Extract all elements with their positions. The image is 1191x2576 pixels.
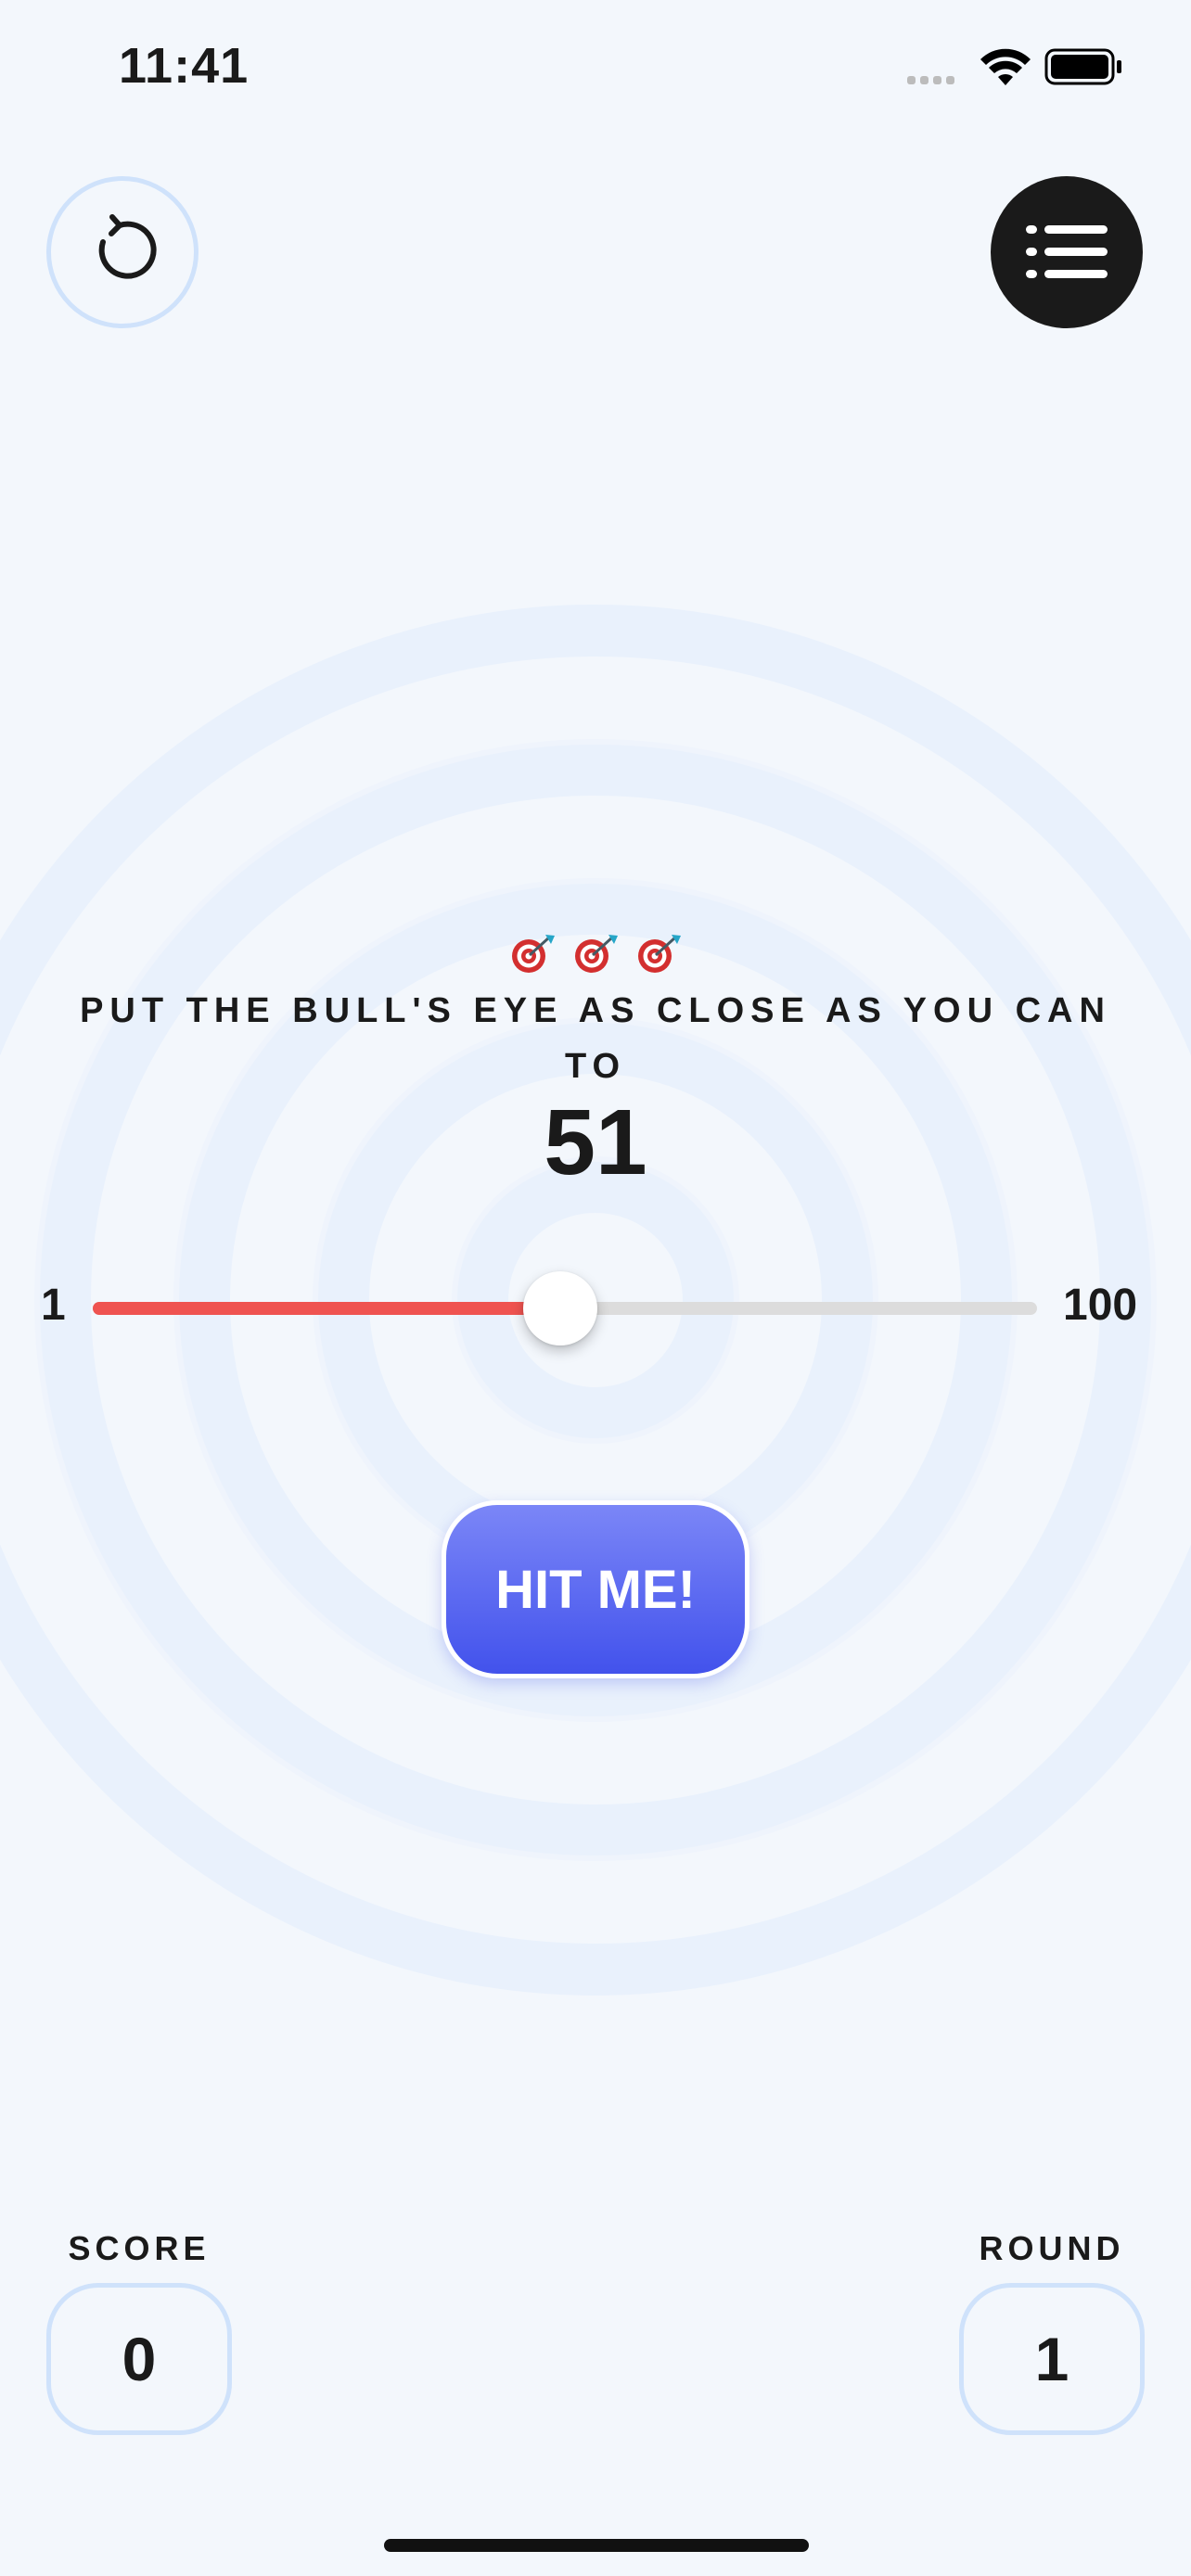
dart-target-icon bbox=[638, 935, 682, 973]
dart-target-icon bbox=[511, 935, 555, 973]
score-value: 0 bbox=[122, 2325, 157, 2393]
round-label: ROUND bbox=[979, 2229, 1125, 2267]
background-rings bbox=[0, 605, 1191, 1996]
slider-track[interactable] bbox=[93, 1271, 1037, 1345]
slider-max-label: 100 bbox=[1063, 1281, 1138, 1330]
instruction-text: PUT THE BULL'S EYE AS CLOSE AS YOU CAN T… bbox=[80, 991, 1111, 1086]
target-number: 51 bbox=[544, 1090, 647, 1194]
slider-fill bbox=[93, 1302, 560, 1315]
round-box: 1 bbox=[959, 2283, 1145, 2435]
bullseye-icons bbox=[0, 933, 1191, 980]
dart-target-icon bbox=[575, 935, 618, 973]
score-box: 0 bbox=[46, 2283, 232, 2435]
hit-me-button[interactable]: HIT ME! bbox=[442, 1500, 749, 1678]
home-indicator bbox=[384, 2539, 809, 2552]
score-label: SCORE bbox=[68, 2229, 211, 2267]
slider-thumb[interactable] bbox=[522, 1271, 597, 1345]
slider-min-label: 1 bbox=[41, 1281, 66, 1330]
round-value: 1 bbox=[1034, 2325, 1069, 2393]
